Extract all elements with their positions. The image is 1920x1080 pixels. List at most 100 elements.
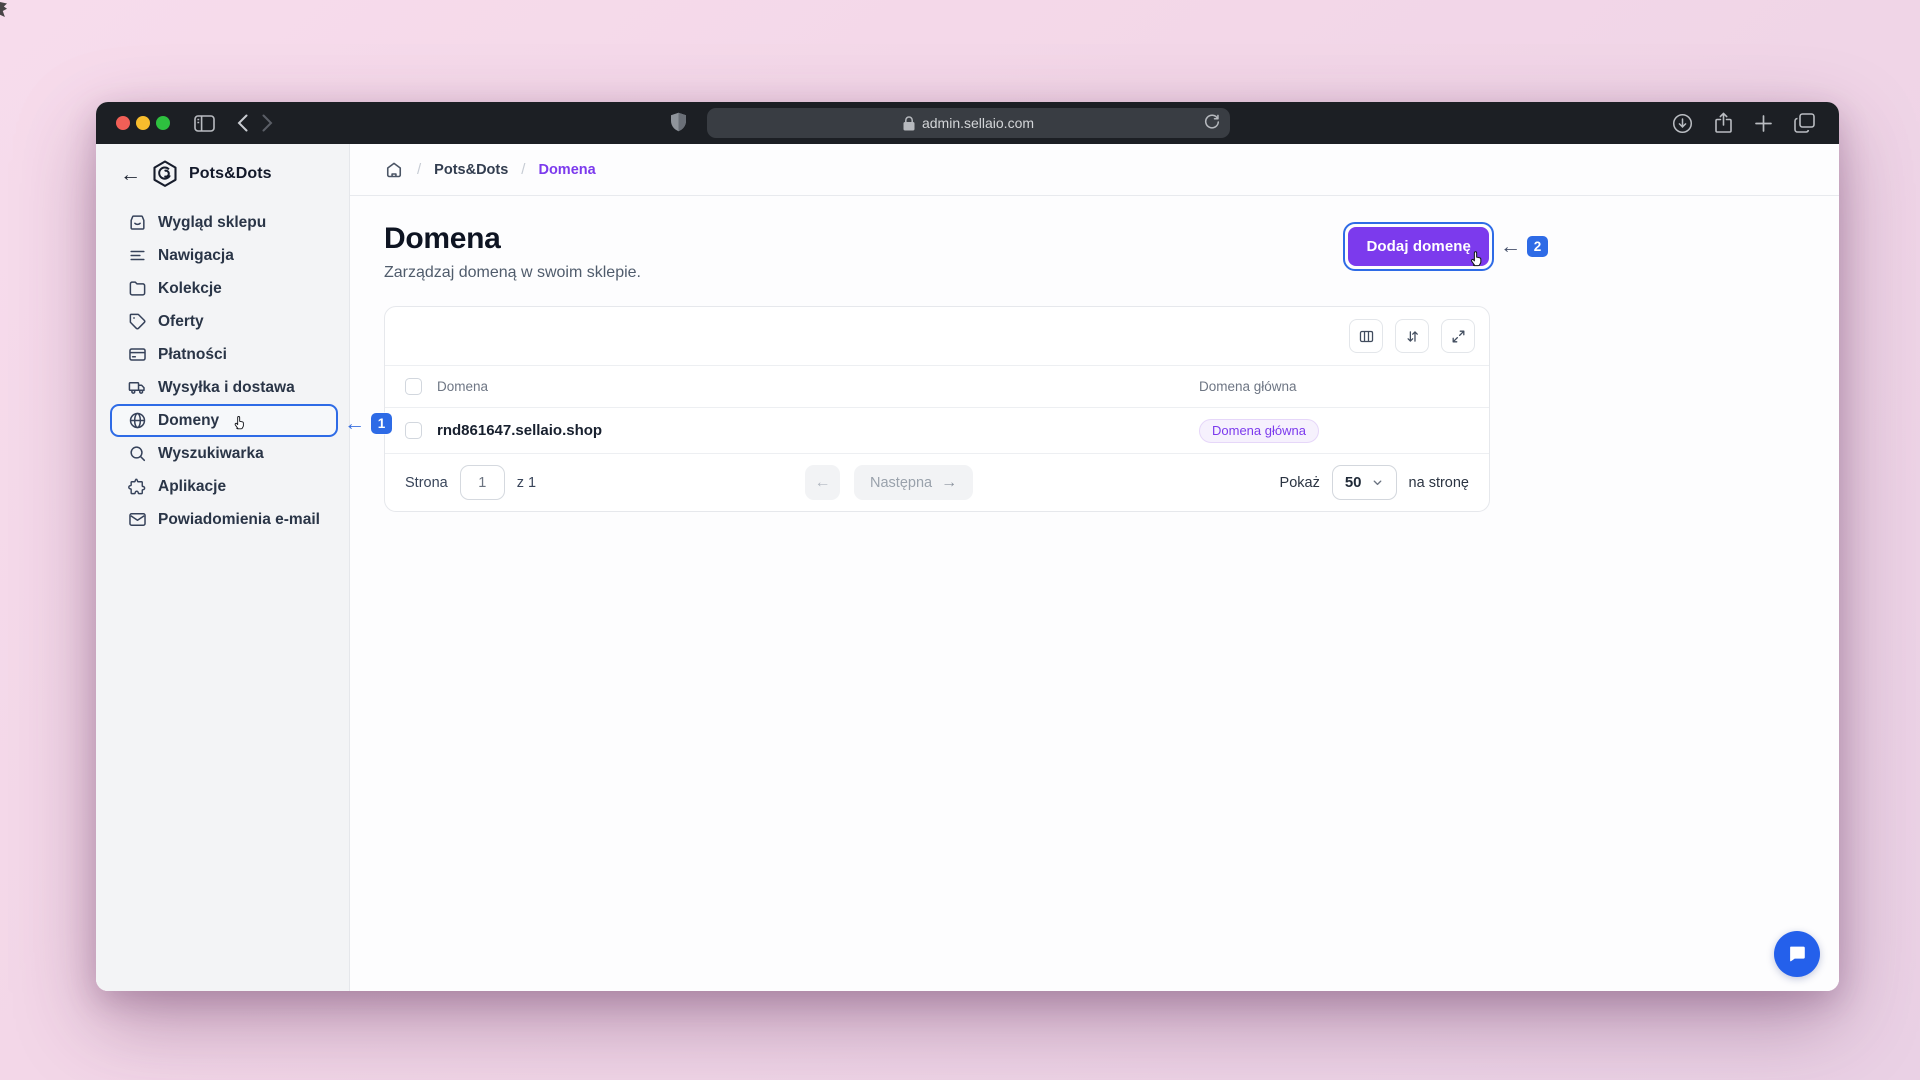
sidebar-item-label: Aplikacje (158, 478, 226, 496)
truck-icon (128, 378, 147, 397)
browser-titlebar: admin.sellaio.com (96, 102, 1839, 144)
per-page-select[interactable]: 50 (1332, 465, 1397, 500)
brand-name[interactable]: Pots&Dots (189, 165, 272, 183)
screen-artifact (0, 2, 7, 17)
page-header: Domena Zarządzaj domeną w swoim sklepie. (384, 222, 641, 282)
menu-lines-icon (128, 246, 147, 265)
home-icon[interactable] (384, 160, 404, 180)
close-window-button[interactable] (116, 116, 130, 130)
browser-window: admin.sellaio.com ← (96, 102, 1839, 991)
reload-icon[interactable] (1203, 113, 1221, 131)
sidebar-item-oferty[interactable]: Oferty (110, 305, 338, 338)
zoom-window-button[interactable] (156, 116, 170, 130)
forward-icon[interactable] (262, 114, 273, 132)
sidebar-item-powiadomienia[interactable]: Powiadomienia e-mail (110, 503, 338, 536)
page-title: Domena (384, 222, 641, 256)
sidebar-item-aplikacje[interactable]: Aplikacje (110, 470, 338, 503)
brand-logo-icon (152, 160, 178, 188)
back-arrow-icon[interactable]: ← (120, 164, 141, 185)
column-header-primary[interactable]: Domena główna (1199, 379, 1297, 394)
page-subtitle: Zarządzaj domeną w swoim sklepie. (384, 264, 641, 282)
columns-button[interactable] (1349, 319, 1383, 353)
traffic-lights (96, 116, 170, 130)
table-header-row: Domena Domena główna (385, 365, 1489, 407)
page-of-label: z 1 (517, 475, 536, 491)
url-text: admin.sellaio.com (922, 115, 1034, 131)
sidebar-brand-row: ← Pots&Dots (110, 160, 338, 188)
annotation-arrow-icon: ← (1500, 236, 1521, 257)
sidebar-nav: Wygląd sklepu Nawigacja Kolekcje Oferty … (110, 206, 338, 536)
sidebar-item-kolekcje[interactable]: Kolekcje (110, 272, 338, 305)
page-number-input[interactable] (460, 465, 505, 500)
sidebar-item-label: Domeny (158, 412, 219, 430)
sidebar-item-domeny[interactable]: Domeny (110, 404, 338, 437)
annotation-1: ← 1 (344, 413, 392, 434)
new-tab-icon[interactable] (1754, 114, 1773, 133)
breadcrumb-current[interactable]: Domena (538, 162, 595, 178)
sidebar-item-nawigacja[interactable]: Nawigacja (110, 239, 338, 272)
table-toolbar (385, 307, 1489, 365)
mail-icon (128, 510, 147, 529)
sidebar-item-wyglad-sklepu[interactable]: Wygląd sklepu (110, 206, 338, 239)
breadcrumb-separator: / (417, 161, 421, 178)
prev-arrow-icon: ← (815, 474, 831, 492)
row-checkbox[interactable] (405, 422, 422, 439)
cursor-pointer-icon (232, 414, 248, 436)
sidebar-item-wyszukiwarka[interactable]: Wyszukiwarka (110, 437, 338, 470)
folder-icon (128, 279, 147, 298)
sidebar-item-label: Wygląd sklepu (158, 214, 266, 232)
minimize-window-button[interactable] (136, 116, 150, 130)
annotation-badge-1: 1 (371, 413, 392, 434)
chat-widget-button[interactable] (1774, 931, 1820, 977)
annotation-arrow-icon: ← (344, 413, 365, 434)
sidebar-item-label: Kolekcje (158, 280, 222, 298)
annotation-2: ← 2 (1500, 236, 1548, 257)
expand-button[interactable] (1441, 319, 1475, 353)
column-header-domain[interactable]: Domena (437, 379, 488, 394)
cursor-pointer-icon (1468, 249, 1486, 273)
storefront-icon (128, 213, 147, 232)
tab-overview-icon[interactable] (1794, 113, 1815, 133)
table-row[interactable]: rnd861647.sellaio.shop Domena główna (385, 407, 1489, 453)
annotation-badge-2: 2 (1527, 236, 1548, 257)
main-content: / Pots&Dots / Domena Domena Zarządzaj do… (350, 144, 1839, 991)
breadcrumb: / Pots&Dots / Domena (350, 144, 1839, 196)
sidebar-toggle-icon[interactable] (194, 115, 215, 132)
share-icon[interactable] (1714, 112, 1733, 134)
search-icon (128, 444, 147, 463)
sidebar-item-label: Płatności (158, 346, 227, 364)
sidebar: ← Pots&Dots Wygląd sklepu Nawigacja Kole (96, 144, 350, 991)
next-page-label: Następna (870, 475, 932, 491)
breadcrumb-shop[interactable]: Pots&Dots (434, 162, 508, 178)
sidebar-item-label: Oferty (158, 313, 204, 331)
table-footer: Strona z 1 ← Następna → Pokaż (385, 453, 1489, 511)
tag-icon (128, 312, 147, 331)
show-label: Pokaż (1280, 475, 1320, 491)
sidebar-item-label: Nawigacja (158, 247, 234, 265)
sidebar-item-platnosci[interactable]: Płatności (110, 338, 338, 371)
previous-page-button[interactable]: ← (805, 465, 840, 500)
next-page-button[interactable]: Następna → (854, 465, 973, 500)
per-page-suffix: na stronę (1409, 475, 1469, 491)
domain-name[interactable]: rnd861647.sellaio.shop (437, 422, 602, 439)
select-all-checkbox[interactable] (405, 378, 422, 395)
chat-bubble-icon (1786, 943, 1808, 965)
page-label: Strona (405, 475, 448, 491)
sidebar-item-label: Wysyłka i dostawa (158, 379, 295, 397)
credit-card-icon (128, 345, 147, 364)
globe-icon (128, 411, 147, 430)
sidebar-item-wysylka[interactable]: Wysyłka i dostawa (110, 371, 338, 404)
privacy-shield-icon[interactable] (670, 112, 687, 133)
downloads-icon[interactable] (1672, 113, 1693, 134)
breadcrumb-separator: / (521, 161, 525, 178)
puzzle-icon (128, 477, 147, 496)
lock-icon (903, 116, 915, 131)
domains-table-card: Domena Domena główna rnd861647.sellaio.s… (384, 306, 1490, 512)
sidebar-item-label: Wyszukiwarka (158, 445, 264, 463)
back-icon[interactable] (237, 114, 248, 132)
address-bar[interactable]: admin.sellaio.com (707, 108, 1230, 138)
primary-domain-badge: Domena główna (1199, 419, 1319, 443)
per-page-value: 50 (1345, 474, 1362, 491)
sort-button[interactable] (1395, 319, 1429, 353)
chevron-down-icon (1371, 476, 1384, 489)
